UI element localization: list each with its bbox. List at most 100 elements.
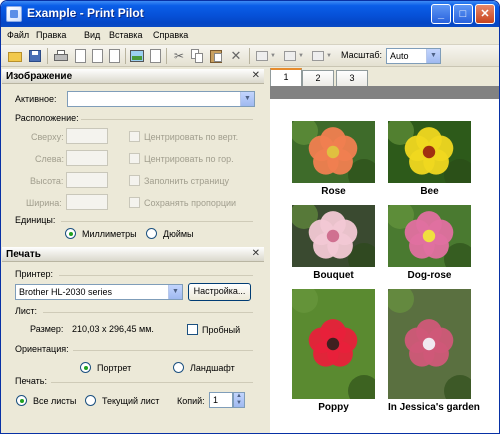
photo-caption: Rose <box>321 186 346 197</box>
photo-image[interactable] <box>292 289 375 399</box>
app-icon <box>6 6 22 22</box>
photo-item[interactable]: In Jessica's garden <box>388 289 480 415</box>
keep-ratio-checkbox[interactable] <box>129 197 140 208</box>
photo-caption: Dog-rose <box>407 270 452 281</box>
photo-item[interactable]: Rose <box>292 121 375 199</box>
printer-value: Brother HL-2030 series <box>19 287 113 297</box>
maximize-button[interactable]: □ <box>453 4 473 24</box>
print-range-label: Печать: <box>15 376 47 386</box>
top-field[interactable] <box>66 128 108 144</box>
current-sheet-label: Текущий лист <box>102 396 160 406</box>
minimize-button[interactable]: _ <box>431 4 451 24</box>
all-sheets-label: Все листы <box>33 396 77 406</box>
active-label: Активное: <box>15 94 57 104</box>
width-label: Ширина: <box>26 198 62 208</box>
menu-edit[interactable]: Правка <box>36 30 66 40</box>
trial-checkbox[interactable] <box>187 324 198 335</box>
height-label: Высота: <box>30 176 64 186</box>
printer-setup-button[interactable]: Настройка... <box>188 283 251 301</box>
arrange-icon[interactable]: ▼ <box>283 48 307 64</box>
tab-page-3[interactable]: 3 <box>336 70 368 86</box>
center-horiz-label: Центрировать по гор. <box>144 154 234 164</box>
new-page-icon[interactable] <box>89 48 105 64</box>
preview-area: 1 2 3 Rose Bee Bouquet Dog-rose Poppy In… <box>266 67 499 433</box>
tab-page-1[interactable]: 1 <box>270 68 302 86</box>
center-horiz-checkbox[interactable] <box>129 153 140 164</box>
insert-image-icon[interactable] <box>129 48 145 64</box>
all-sheets-radio[interactable] <box>16 395 27 406</box>
copies-value: 1 <box>213 395 219 405</box>
unit-inch-radio[interactable] <box>146 228 157 239</box>
insert-text-icon[interactable] <box>147 48 163 64</box>
tab-page-2[interactable]: 2 <box>302 70 334 86</box>
photo-image[interactable] <box>292 121 375 183</box>
fill-page-checkbox[interactable] <box>129 175 140 186</box>
window-title: Example - Print Pilot <box>27 6 144 20</box>
printer-select[interactable]: Brother HL-2030 series ▼ <box>15 284 183 300</box>
zoom-label: Масштаб: <box>341 50 383 60</box>
copies-spinner[interactable]: ▲ ▼ <box>233 392 245 408</box>
photo-image[interactable] <box>292 205 375 267</box>
chevron-down-icon[interactable]: ▼ <box>168 285 182 299</box>
left-field[interactable] <box>66 150 108 166</box>
photo-item[interactable]: Bee <box>388 121 471 199</box>
close-icon[interactable]: ✕ <box>252 70 260 81</box>
photo-image[interactable] <box>388 289 471 399</box>
units-label: Единицы: <box>15 215 56 225</box>
center-vert-checkbox[interactable] <box>129 131 140 142</box>
photo-caption: Bouquet <box>313 270 354 281</box>
copy-icon[interactable] <box>189 48 205 64</box>
rotate-icon[interactable]: ▼ <box>311 48 335 64</box>
page-header-strip <box>270 86 499 99</box>
delete-icon[interactable]: ✕ <box>228 48 244 64</box>
print-page: Rose Bee Bouquet Dog-rose Poppy In Jessi… <box>270 99 499 433</box>
photo-item[interactable]: Poppy <box>292 289 375 415</box>
unit-mm-label: Миллиметры <box>82 229 137 239</box>
portrait-radio[interactable] <box>80 362 91 373</box>
photo-item[interactable]: Bouquet <box>292 205 375 283</box>
close-button[interactable]: ✕ <box>475 4 495 24</box>
title-bar[interactable]: Example - Print Pilot _ □ ✕ <box>1 1 499 27</box>
width-field[interactable] <box>66 194 108 210</box>
keep-ratio-label: Сохранять пропорции <box>144 198 237 208</box>
save-icon[interactable] <box>27 48 43 64</box>
zoom-value: Auto <box>390 51 409 61</box>
current-sheet-radio[interactable] <box>85 395 96 406</box>
portrait-label: Портрет <box>97 363 132 373</box>
unit-inch-label: Дюймы <box>163 229 194 239</box>
paste-icon[interactable] <box>208 48 224 64</box>
chevron-down-icon[interactable]: ▼ <box>426 49 440 63</box>
trial-label: Пробный <box>202 325 241 335</box>
height-field[interactable] <box>66 172 108 188</box>
photo-image[interactable] <box>388 121 471 183</box>
menu-file[interactable]: Файл <box>7 30 29 40</box>
sheet-label: Лист: <box>15 306 38 316</box>
left-label: Слева: <box>35 154 64 164</box>
align-icon[interactable]: ▼ <box>255 48 279 64</box>
photo-item[interactable]: Dog-rose <box>388 205 471 283</box>
page-setup-icon[interactable] <box>106 48 122 64</box>
photo-image[interactable] <box>388 205 471 267</box>
print-panel-header: Печать ✕ <box>2 247 264 262</box>
copies-field[interactable]: 1 <box>209 392 233 408</box>
active-image-select[interactable]: ▼ <box>67 91 255 107</box>
close-icon[interactable]: ✕ <box>252 248 260 259</box>
preview-icon[interactable] <box>72 48 88 64</box>
chevron-down-icon[interactable]: ▼ <box>240 92 254 106</box>
app-window: Example - Print Pilot _ □ ✕ Файл Правка … <box>0 0 500 434</box>
top-label: Сверху: <box>31 132 64 142</box>
unit-mm-radio[interactable] <box>65 228 76 239</box>
menu-help[interactable]: Справка <box>153 30 188 40</box>
toolbar: ✂ ✕ ▼ ▼ ▼ Масштаб: Auto ▼ <box>1 45 499 67</box>
photo-caption: In Jessica's garden <box>388 402 480 413</box>
menu-view[interactable]: Вид <box>84 30 100 40</box>
cut-icon[interactable]: ✂ <box>171 48 187 64</box>
open-icon[interactable] <box>7 48 23 64</box>
size-value: 210,03 x 296,45 мм. <box>72 324 154 334</box>
copies-label: Копий: <box>177 396 205 406</box>
zoom-select[interactable]: Auto ▼ <box>386 48 441 64</box>
print-panel-title: Печать <box>6 249 41 260</box>
print-icon[interactable] <box>53 48 69 64</box>
landscape-radio[interactable] <box>173 362 184 373</box>
menu-insert[interactable]: Вставка <box>109 30 142 40</box>
